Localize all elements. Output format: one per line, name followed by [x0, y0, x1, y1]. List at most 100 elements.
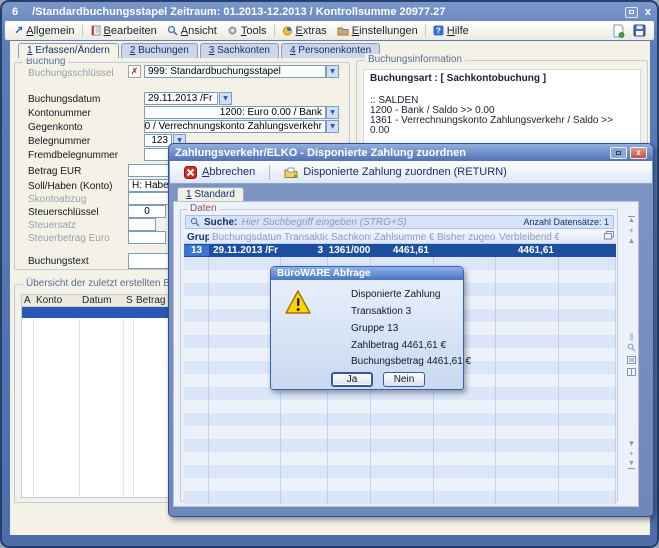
steuerbetrag-input[interactable] [128, 231, 166, 244]
scroll-up-icon[interactable]: ▲ [624, 237, 639, 245]
label-steuersatz: Steuersatz [28, 220, 76, 231]
dialog-toolbar: Abbrechen Disponierte Zahlung zuordnen (… [170, 161, 652, 184]
tab-sachkonten[interactable]: 3 Sachkonten [200, 43, 279, 58]
copy-icon[interactable] [559, 231, 616, 243]
warning-icon [284, 289, 312, 315]
close-icon[interactable]: x [643, 7, 653, 18]
gegenkonto-select[interactable]: 1361: Euro 0.00 / Verrechnungskonto Zahl… [144, 120, 326, 133]
menu-bearbeiten[interactable]: Bearbeiten [85, 24, 162, 38]
cell-verbleibend: 4461,61 [496, 245, 559, 256]
cell-sachkonto: 1361/000 [328, 245, 371, 256]
scroll-down-icon[interactable]: ▼ [624, 440, 639, 448]
col-konto[interactable]: Konto [34, 295, 80, 306]
menu-separator [425, 24, 426, 37]
zoom-icon[interactable] [624, 343, 639, 354]
menu-tools[interactable]: Tools [222, 24, 272, 38]
buroware-window: 6 /Standardbuchungsstapel Zeitraum: 01.2… [0, 0, 659, 548]
buchungsart-line: Buchungsart : [ Sachkontobuchung ] [370, 74, 634, 84]
save-icon[interactable] [633, 24, 646, 37]
list-icon[interactable] [624, 356, 639, 366]
cancel-label: Abbrechen [202, 166, 255, 178]
grid-row[interactable] [184, 465, 616, 478]
col-sachkonto[interactable]: Sachkonto [328, 232, 371, 243]
grid-row[interactable] [184, 491, 616, 504]
spinner-icon[interactable]: ▼ [219, 92, 232, 105]
grid-selected-row[interactable]: 13 29.11.2013 /Fr 3 1361/000 4461,61 446… [184, 244, 616, 257]
menu-ansicht[interactable]: Ansicht [162, 24, 222, 38]
svg-text:?: ? [436, 26, 441, 35]
buchungsschluessel-select[interactable]: 999: Standardbuchungsstapel [144, 65, 326, 78]
col-zahlsumme[interactable]: Zahlsumme € [371, 232, 434, 243]
cancel-button[interactable]: Abbrechen [180, 165, 259, 180]
grid-row[interactable] [184, 452, 616, 465]
msgbox-line: Transaktion 3 [351, 306, 411, 317]
msgbox-line: Disponierte Zahlung [351, 289, 441, 300]
dialog-restore-icon[interactable] [610, 147, 627, 159]
pause-icon[interactable]: ∥ [624, 333, 639, 341]
tab-buchungen[interactable]: 2 Buchungen [121, 43, 198, 58]
label-buchungstext: Buchungstext [28, 256, 89, 267]
grid-row[interactable] [184, 413, 616, 426]
steuerschluessel-input[interactable]: 0 [128, 205, 166, 218]
menu-label: Extras [296, 25, 327, 37]
notebook-icon [90, 25, 101, 36]
cancel-x-icon [184, 166, 197, 179]
skontoabzug-input[interactable] [128, 192, 172, 205]
msgbox-titlebar: BüroWARE Abfrage [271, 267, 463, 280]
menu-label: Hilfe [447, 25, 469, 37]
col-datum[interactable]: Datum [80, 295, 124, 306]
msgbox-line: Gruppe 13 [351, 323, 398, 334]
scroll-bottom-icon[interactable]: ▼ [628, 460, 635, 469]
col-bisher-zugeordnet[interactable]: Bisher zugeordnet [434, 232, 496, 243]
grid-row[interactable] [184, 426, 616, 439]
menu-extras[interactable]: Extras [277, 24, 332, 38]
col-s[interactable]: S [124, 295, 134, 306]
dropdown-icon[interactable]: ▼ [326, 106, 339, 119]
grid-row[interactable] [184, 439, 616, 452]
dialog-tab-standard[interactable]: 1 Standard [177, 187, 244, 201]
window-title: /Standardbuchungsstapel Zeitraum: 01.201… [32, 6, 445, 18]
menubar: ↗ Allgemein Bearbeiten Ansicht Tools Ext… [5, 21, 654, 40]
restore-icon[interactable] [625, 7, 638, 18]
dropdown-icon[interactable]: ▼ [326, 65, 339, 78]
soll-haben-select[interactable]: H: Haben [128, 179, 172, 192]
col-a[interactable]: A [22, 295, 34, 306]
yes-button[interactable]: Ja [331, 372, 373, 387]
scroll-plus-icon[interactable]: + [624, 227, 639, 235]
scroll-top-icon[interactable]: ▲ [628, 216, 635, 225]
list2-icon[interactable] [624, 368, 639, 378]
label-buchungsschluessel: Buchungsschlüssel [28, 68, 114, 79]
buchungsdatum-input[interactable]: 29.11.2013 /Fr [144, 92, 218, 105]
window-id: 6 [12, 6, 18, 18]
steuersatz-input[interactable] [128, 218, 156, 231]
no-button[interactable]: Nein [383, 372, 425, 387]
grid-row[interactable] [184, 400, 616, 413]
grid-row[interactable] [184, 478, 616, 491]
arrow-ne-icon: ↗ [14, 24, 23, 37]
col-buchungsdatum[interactable]: Buchungsdatum [209, 232, 281, 243]
label-gegenkonto: Gegenkonto [28, 122, 83, 133]
assign-button[interactable]: Disponierte Zahlung zuordnen (RETURN) [280, 165, 511, 180]
search-placeholder: Hier Suchbegriff eingeben (STRG+S) [241, 217, 406, 228]
col-transaktion[interactable]: Transaktion [281, 232, 328, 243]
kontonummer-select[interactable]: 1200: Euro 0.00 / Bank [144, 106, 326, 119]
scroll-plus2-icon[interactable]: + [624, 450, 639, 458]
label-fremdbelegnummer: Fremdbelegnummer [28, 150, 118, 161]
new-document-icon[interactable] [612, 24, 625, 38]
window-titlebar: 6 /Standardbuchungsstapel Zeitraum: 01.2… [6, 4, 653, 20]
msgbox-line: Zahlbetrag 4461,61 € [351, 340, 446, 351]
dropdown-icon[interactable]: ▼ [326, 120, 339, 133]
menu-allgemein[interactable]: ↗ Allgemein [9, 23, 80, 38]
col-gruppe[interactable]: Gruppe [184, 232, 209, 243]
clear-icon[interactable]: ✗ [128, 65, 141, 78]
label-betrag-eur: Betrag EUR [28, 166, 81, 177]
extras-icon [282, 25, 293, 36]
menu-einstellungen[interactable]: Einstellungen [332, 24, 423, 38]
dialog-close-icon[interactable]: x [630, 147, 647, 159]
group-info-title: Buchungsinformation [365, 54, 465, 65]
bueroware-abfrage-msgbox: BüroWARE Abfrage Disponierte Zahlung Tra… [270, 266, 464, 390]
col-verbleibend[interactable]: Verbleibend € [496, 232, 559, 243]
tab-erfassen-aendern[interactable]: 1 Erfassen/Ändern [18, 43, 119, 58]
menu-hilfe[interactable]: ? Hilfe [428, 24, 474, 38]
search-bar[interactable]: Suche: Hier Suchbegriff eingeben (STRG+S… [185, 215, 614, 229]
